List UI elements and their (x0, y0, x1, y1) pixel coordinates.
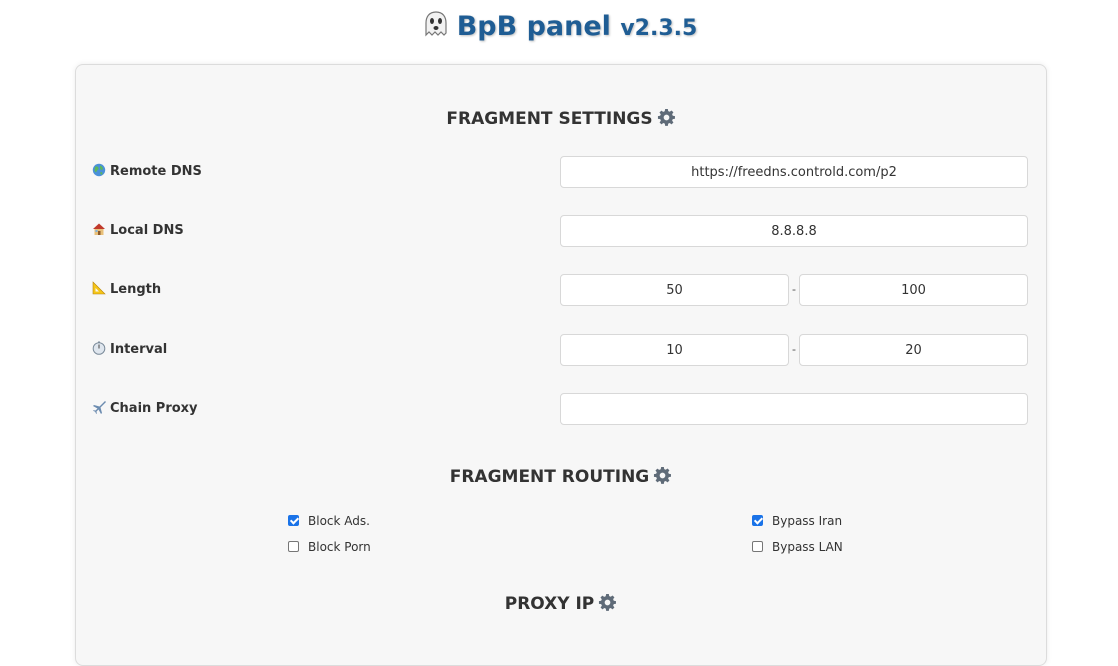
local-dns-label: Local DNS (92, 222, 184, 240)
block-ads-checkbox[interactable]: Block Ads. (288, 513, 370, 529)
bypass-iran-label: Bypass Iran (772, 514, 843, 528)
stopwatch-icon (92, 341, 106, 355)
proxy-ip-title: PROXY IP (76, 593, 1046, 615)
interval-min-input[interactable] (560, 334, 789, 366)
interval-separator: - (792, 342, 796, 356)
interval-max-input[interactable] (799, 334, 1028, 366)
fragment-settings-title: FRAGMENT SETTINGS (76, 108, 1046, 130)
page-title: BpB panel v2.3.5 (0, 8, 1118, 48)
length-label: Length (92, 281, 161, 299)
chain-proxy-input[interactable] (560, 393, 1028, 425)
chain-proxy-row: Chain Proxy (92, 393, 1028, 427)
length-max-input[interactable] (799, 274, 1028, 306)
airplane-icon (93, 401, 106, 414)
settings-card: FRAGMENT SETTINGS Remote DNS Local DNS (75, 64, 1047, 666)
chain-proxy-label: Chain Proxy (92, 400, 198, 418)
fragment-settings-heading: FRAGMENT SETTINGS (446, 109, 653, 129)
interval-row: Interval - (92, 334, 1028, 368)
remote-dns-label: Remote DNS (92, 163, 202, 181)
remote-dns-input[interactable] (560, 156, 1028, 188)
local-dns-input[interactable] (560, 215, 1028, 247)
proxy-ip-heading: PROXY IP (504, 594, 595, 614)
length-row: Length - (92, 274, 1028, 308)
house-icon (93, 223, 105, 235)
triangular-ruler-icon (92, 281, 106, 295)
fragment-routing-heading: FRAGMENT ROUTING (449, 467, 650, 487)
remote-dns-row: Remote DNS (92, 156, 1028, 190)
app-name: BpB panel (456, 11, 611, 42)
fragment-routing-title: FRAGMENT ROUTING (76, 466, 1046, 488)
app-version: v2.3.5 (620, 16, 698, 41)
block-porn-label: Block Porn (308, 540, 371, 554)
gear-icon (657, 108, 675, 126)
globe-icon (92, 163, 106, 177)
block-porn-checkbox[interactable]: Block Porn (288, 539, 371, 555)
bypass-iran-checkbox-box[interactable] (752, 515, 763, 526)
interval-label: Interval (92, 341, 167, 359)
bypass-lan-checkbox-box[interactable] (752, 541, 763, 552)
gear-icon (654, 466, 672, 484)
block-ads-label: Block Ads. (308, 514, 370, 528)
local-dns-row: Local DNS (92, 215, 1028, 249)
block-porn-checkbox-box[interactable] (288, 541, 299, 552)
length-separator: - (792, 282, 796, 296)
length-min-input[interactable] (560, 274, 789, 306)
gear-icon (599, 593, 617, 611)
bypass-lan-checkbox[interactable]: Bypass LAN (752, 539, 843, 555)
ghost-icon (425, 11, 447, 37)
block-ads-checkbox-box[interactable] (288, 515, 299, 526)
bypass-lan-label: Bypass LAN (772, 540, 843, 554)
bypass-iran-checkbox[interactable]: Bypass Iran (752, 513, 842, 529)
